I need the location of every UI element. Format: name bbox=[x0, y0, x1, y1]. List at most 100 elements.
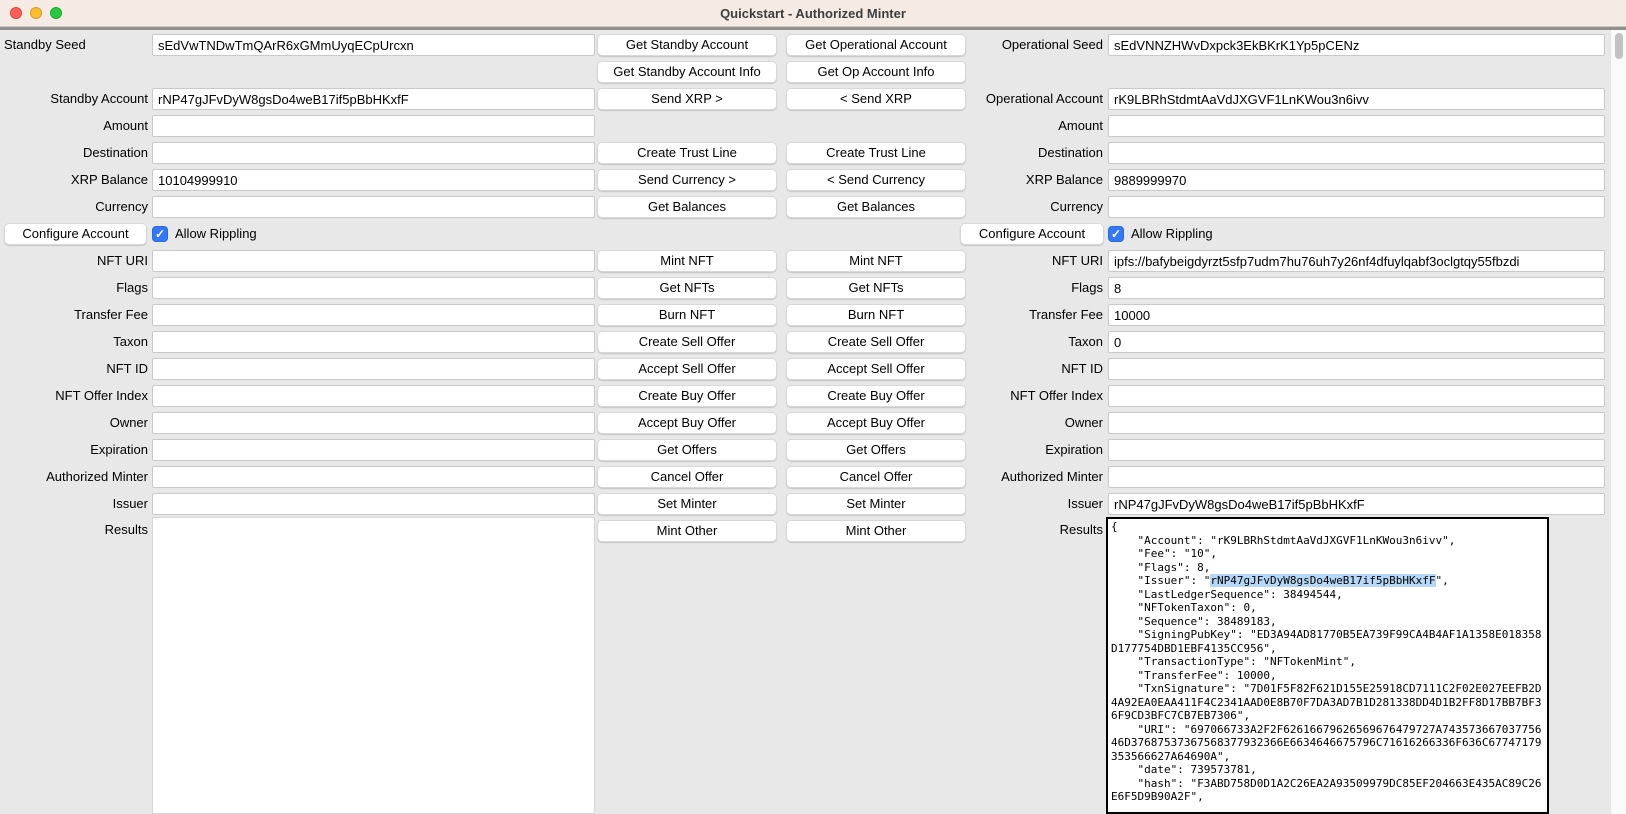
operational-results-area[interactable]: { "Account": "rK9LBRhStdmtAaVdJXGVF1LnKW… bbox=[1106, 517, 1549, 814]
operational-account-input[interactable] bbox=[1108, 88, 1605, 110]
operational-amount-input[interactable] bbox=[1108, 115, 1605, 137]
operational-nft-id-label: NFT ID bbox=[955, 358, 1103, 380]
operational-flags-label: Flags bbox=[955, 277, 1103, 299]
standby-nft-id-input[interactable] bbox=[152, 358, 595, 380]
standby-taxon-input[interactable] bbox=[152, 331, 595, 353]
operational-authorized-minter-label: Authorized Minter bbox=[955, 466, 1103, 488]
standby-nft-uri-input[interactable] bbox=[152, 250, 595, 272]
operational-xrp-balance-input[interactable] bbox=[1108, 169, 1605, 191]
operational-transfer-fee-label: Transfer Fee bbox=[955, 304, 1103, 326]
standby-get-nfts-button[interactable]: Get NFTs bbox=[597, 277, 777, 299]
operational-xrp-balance-label: XRP Balance bbox=[955, 169, 1103, 191]
operational-mint-nft-button[interactable]: Mint NFT bbox=[786, 250, 966, 272]
get-op-account-info-button[interactable]: Get Op Account Info bbox=[786, 61, 966, 83]
scrollbar-thumb[interactable] bbox=[1615, 33, 1623, 59]
operational-currency-label: Currency bbox=[955, 196, 1103, 218]
standby-get-balances-button[interactable]: Get Balances bbox=[597, 196, 777, 218]
standby-create-buy-offer-button[interactable]: Create Buy Offer bbox=[597, 385, 777, 407]
operational-send-currency-button[interactable]: < Send Currency bbox=[786, 169, 966, 191]
operational-mint-other-button[interactable]: Mint Other bbox=[786, 520, 966, 542]
standby-nft-uri-label: NFT URI bbox=[2, 250, 148, 272]
standby-accept-buy-offer-button[interactable]: Accept Buy Offer bbox=[597, 412, 777, 434]
standby-authorized-minter-input[interactable] bbox=[152, 466, 595, 488]
standby-transfer-fee-label: Transfer Fee bbox=[2, 304, 148, 326]
operational-accept-sell-offer-button[interactable]: Accept Sell Offer bbox=[786, 358, 966, 380]
standby-destination-input[interactable] bbox=[152, 142, 595, 164]
standby-nft-id-label: NFT ID bbox=[2, 358, 148, 380]
standby-flags-label: Flags bbox=[2, 277, 148, 299]
operational-currency-input[interactable] bbox=[1108, 196, 1605, 218]
standby-transfer-fee-input[interactable] bbox=[152, 304, 595, 326]
operational-create-sell-offer-button[interactable]: Create Sell Offer bbox=[786, 331, 966, 353]
operational-taxon-input[interactable] bbox=[1108, 331, 1605, 353]
standby-burn-nft-button[interactable]: Burn NFT bbox=[597, 304, 777, 326]
standby-allow-rippling-label: Allow Rippling bbox=[175, 223, 257, 245]
operational-flags-input[interactable] bbox=[1108, 277, 1605, 299]
standby-owner-label: Owner bbox=[2, 412, 148, 434]
standby-xrp-balance-label: XRP Balance bbox=[2, 169, 148, 191]
operational-owner-input[interactable] bbox=[1108, 412, 1605, 434]
operational-results-label: Results bbox=[955, 519, 1103, 541]
standby-get-offers-button[interactable]: Get Offers bbox=[597, 439, 777, 461]
standby-issuer-input[interactable] bbox=[152, 493, 595, 515]
get-standby-account-info-button[interactable]: Get Standby Account Info bbox=[597, 61, 777, 83]
operational-expiration-input[interactable] bbox=[1108, 439, 1605, 461]
operational-transfer-fee-input[interactable] bbox=[1108, 304, 1605, 326]
standby-flags-input[interactable] bbox=[152, 277, 595, 299]
standby-create-sell-offer-button[interactable]: Create Sell Offer bbox=[597, 331, 777, 353]
standby-authorized-minter-label: Authorized Minter bbox=[2, 466, 148, 488]
operational-nft-offer-index-input[interactable] bbox=[1108, 385, 1605, 407]
operational-set-minter-button[interactable]: Set Minter bbox=[786, 493, 966, 515]
operational-burn-nft-button[interactable]: Burn NFT bbox=[786, 304, 966, 326]
standby-mint-nft-button[interactable]: Mint NFT bbox=[597, 250, 777, 272]
operational-authorized-minter-input[interactable] bbox=[1108, 466, 1605, 488]
operational-destination-input[interactable] bbox=[1108, 142, 1605, 164]
operational-allow-rippling-checkbox[interactable]: ✓ bbox=[1108, 226, 1124, 242]
get-operational-account-button[interactable]: Get Operational Account bbox=[786, 34, 966, 56]
standby-nft-offer-index-input[interactable] bbox=[152, 385, 595, 407]
standby-create-trust-line-button[interactable]: Create Trust Line bbox=[597, 142, 777, 164]
operational-destination-label: Destination bbox=[955, 142, 1103, 164]
get-standby-account-button[interactable]: Get Standby Account bbox=[597, 34, 777, 56]
titlebar: Quickstart - Authorized Minter bbox=[0, 0, 1626, 27]
operational-nft-id-input[interactable] bbox=[1108, 358, 1605, 380]
standby-set-minter-button[interactable]: Set Minter bbox=[597, 493, 777, 515]
standby-expiration-label: Expiration bbox=[2, 439, 148, 461]
send-xrp-to-standby-button[interactable]: < Send XRP bbox=[786, 88, 966, 110]
standby-cancel-offer-button[interactable]: Cancel Offer bbox=[597, 466, 777, 488]
operational-create-trust-line-button[interactable]: Create Trust Line bbox=[786, 142, 966, 164]
operational-seed-label: Operational Seed bbox=[955, 34, 1103, 56]
results-json-text: ", "LastLedgerSequence": 38494544, "NFTo… bbox=[1111, 574, 1541, 803]
standby-account-input[interactable] bbox=[152, 88, 595, 110]
operational-configure-account-button[interactable]: Configure Account bbox=[960, 223, 1104, 245]
operational-amount-label: Amount bbox=[955, 115, 1103, 137]
check-icon: ✓ bbox=[1109, 227, 1123, 242]
operational-create-buy-offer-button[interactable]: Create Buy Offer bbox=[786, 385, 966, 407]
operational-nft-uri-input[interactable] bbox=[1108, 250, 1605, 272]
operational-seed-input[interactable] bbox=[1108, 34, 1605, 56]
standby-destination-label: Destination bbox=[2, 142, 148, 164]
operational-accept-buy-offer-button[interactable]: Accept Buy Offer bbox=[786, 412, 966, 434]
standby-expiration-input[interactable] bbox=[152, 439, 595, 461]
operational-nft-offer-index-label: NFT Offer Index bbox=[955, 385, 1103, 407]
check-icon: ✓ bbox=[153, 227, 167, 242]
send-xrp-to-operational-button[interactable]: Send XRP > bbox=[597, 88, 777, 110]
standby-seed-input[interactable] bbox=[152, 34, 595, 56]
standby-results-area[interactable] bbox=[152, 517, 595, 814]
standby-configure-account-button[interactable]: Configure Account bbox=[4, 223, 147, 245]
operational-get-offers-button[interactable]: Get Offers bbox=[786, 439, 966, 461]
standby-owner-input[interactable] bbox=[152, 412, 595, 434]
standby-amount-input[interactable] bbox=[152, 115, 595, 137]
operational-get-nfts-button[interactable]: Get NFTs bbox=[786, 277, 966, 299]
standby-currency-input[interactable] bbox=[152, 196, 595, 218]
standby-xrp-balance-input[interactable] bbox=[152, 169, 595, 191]
window-scrollbar[interactable] bbox=[1610, 30, 1626, 814]
operational-issuer-input[interactable] bbox=[1108, 493, 1605, 515]
standby-allow-rippling-checkbox[interactable]: ✓ bbox=[152, 226, 168, 242]
standby-send-currency-button[interactable]: Send Currency > bbox=[597, 169, 777, 191]
operational-get-balances-button[interactable]: Get Balances bbox=[786, 196, 966, 218]
operational-cancel-offer-button[interactable]: Cancel Offer bbox=[786, 466, 966, 488]
standby-mint-other-button[interactable]: Mint Other bbox=[597, 520, 777, 542]
standby-accept-sell-offer-button[interactable]: Accept Sell Offer bbox=[597, 358, 777, 380]
operational-owner-label: Owner bbox=[955, 412, 1103, 434]
